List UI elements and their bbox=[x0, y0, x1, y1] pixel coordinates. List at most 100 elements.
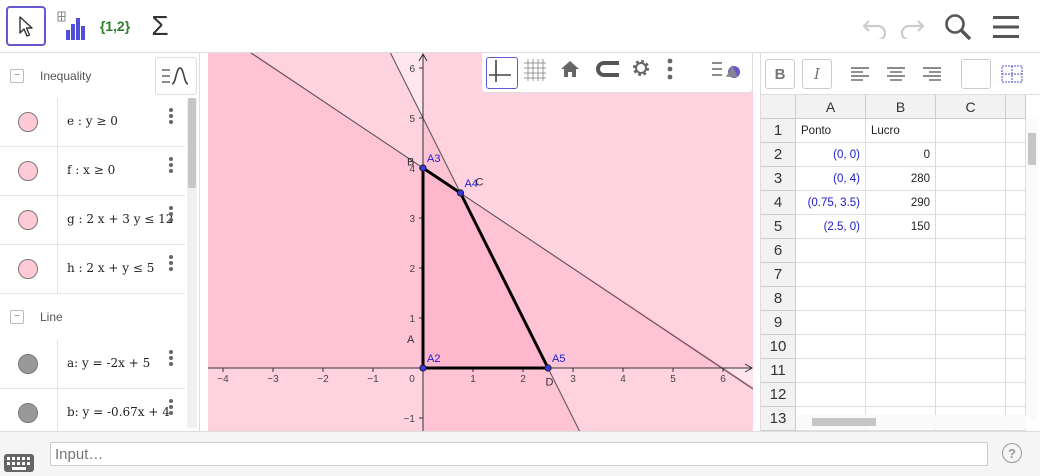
vertex-point-a4[interactable] bbox=[456, 189, 465, 197]
scrollbar-thumb[interactable] bbox=[812, 418, 876, 426]
cell-b9[interactable] bbox=[866, 311, 936, 335]
more-options-icon[interactable] bbox=[168, 399, 174, 417]
cell-c11[interactable] bbox=[936, 359, 1006, 383]
scrollbar-thumb[interactable] bbox=[188, 98, 196, 188]
cell-d11[interactable] bbox=[1006, 359, 1026, 383]
cell-b3[interactable]: 280 bbox=[866, 167, 936, 191]
cell-c4[interactable] bbox=[936, 191, 1006, 215]
graphics-settings-button[interactable] bbox=[630, 57, 662, 89]
cell-b5[interactable]: 150 bbox=[866, 215, 936, 239]
algebra-sort-button[interactable] bbox=[155, 57, 197, 95]
cell-d10[interactable] bbox=[1006, 335, 1026, 359]
cell-a3[interactable]: (0, 4) bbox=[796, 167, 866, 191]
cell-b7[interactable] bbox=[866, 263, 936, 287]
cell-a12[interactable] bbox=[796, 383, 866, 407]
spreadsheet-vertical-scrollbar[interactable] bbox=[1026, 119, 1038, 419]
align-center-button[interactable] bbox=[881, 59, 911, 89]
help-button[interactable]: ? bbox=[1002, 443, 1022, 463]
cell-d9[interactable] bbox=[1006, 311, 1026, 335]
cell-d6[interactable] bbox=[1006, 239, 1026, 263]
cell-d12[interactable] bbox=[1006, 383, 1026, 407]
undo-button[interactable] bbox=[858, 10, 892, 44]
bold-button[interactable]: B bbox=[765, 59, 795, 89]
cell-d2[interactable] bbox=[1006, 143, 1026, 167]
cell-c1[interactable] bbox=[936, 119, 1006, 143]
align-right-button[interactable] bbox=[917, 59, 947, 89]
algebra-definition[interactable]: g : 2 x + 3 y ≤ 12 bbox=[67, 212, 173, 226]
algebra-item-a[interactable]: a: y = -2x + 5 bbox=[0, 340, 185, 389]
cell-b12[interactable] bbox=[866, 383, 936, 407]
more-options-icon[interactable] bbox=[168, 350, 174, 368]
main-menu-button[interactable] bbox=[988, 10, 1024, 44]
spreadsheet-horizontal-scrollbar[interactable] bbox=[796, 415, 1026, 429]
algebra-item-b[interactable]: b: y = -0.67x + 4 bbox=[0, 389, 185, 431]
cell-b4[interactable]: 290 bbox=[866, 191, 936, 215]
collapse-toggle[interactable]: − bbox=[10, 310, 24, 324]
row-header-10[interactable]: 10 bbox=[761, 335, 796, 359]
algebra-item-f[interactable]: f : x ≥ 0 bbox=[0, 147, 185, 196]
cell-b10[interactable] bbox=[866, 335, 936, 359]
more-options-icon[interactable] bbox=[168, 157, 174, 175]
search-button[interactable] bbox=[941, 10, 975, 44]
algebra-definition[interactable]: h : 2 x + y ≤ 5 bbox=[67, 261, 154, 275]
row-header-12[interactable]: 12 bbox=[761, 383, 796, 407]
cell-a2[interactable]: (0, 0) bbox=[796, 143, 866, 167]
corner-cell[interactable] bbox=[761, 95, 796, 119]
visibility-toggle-marble[interactable] bbox=[18, 112, 38, 132]
cell-c12[interactable] bbox=[936, 383, 1006, 407]
row-header-13[interactable]: 13 bbox=[761, 407, 796, 431]
cell-c2[interactable] bbox=[936, 143, 1006, 167]
cell-b2[interactable]: 0 bbox=[866, 143, 936, 167]
algebra-item-h[interactable]: h : 2 x + y ≤ 5 bbox=[0, 245, 185, 294]
cell-b8[interactable] bbox=[866, 287, 936, 311]
background-color-button[interactable] bbox=[961, 59, 991, 89]
visibility-toggle-marble[interactable] bbox=[18, 259, 38, 279]
row-header-8[interactable]: 8 bbox=[761, 287, 796, 311]
algebra-item-e[interactable]: e : y ≥ 0 bbox=[0, 98, 185, 147]
cell-a10[interactable] bbox=[796, 335, 866, 359]
algebra-definition[interactable]: a: y = -2x + 5 bbox=[67, 356, 150, 370]
row-header-6[interactable]: 6 bbox=[761, 239, 796, 263]
graphics-view[interactable]: −4 −3 −2 −1 0 1 2 3 4 5 6 6 5 4 3 2 1 −1 A2 A3 A4 A5 A B C D bbox=[208, 53, 753, 431]
cell-c6[interactable] bbox=[936, 239, 1006, 263]
cell-a5[interactable]: (2.5, 0) bbox=[796, 215, 866, 239]
cell-b1[interactable]: Lucro bbox=[866, 119, 936, 143]
cell-c10[interactable] bbox=[936, 335, 1006, 359]
cell-c5[interactable] bbox=[936, 215, 1006, 239]
move-tool-button[interactable] bbox=[6, 6, 46, 46]
vertex-point-a3[interactable] bbox=[419, 164, 427, 172]
cell-c3[interactable] bbox=[936, 167, 1006, 191]
cell-d3[interactable] bbox=[1006, 167, 1026, 191]
more-options-icon[interactable] bbox=[168, 206, 174, 224]
cell-a6[interactable] bbox=[796, 239, 866, 263]
visibility-toggle-marble[interactable] bbox=[18, 403, 38, 423]
row-header-11[interactable]: 11 bbox=[761, 359, 796, 383]
more-options-icon[interactable] bbox=[168, 108, 174, 126]
row-header-7[interactable]: 7 bbox=[761, 263, 796, 287]
column-header-c[interactable]: C bbox=[936, 95, 1006, 119]
row-header-1[interactable]: 1 bbox=[761, 119, 796, 143]
more-options-icon[interactable] bbox=[168, 255, 174, 273]
italic-button[interactable]: I bbox=[802, 59, 832, 89]
histogram-tool-button[interactable] bbox=[52, 6, 92, 46]
group-header-line[interactable]: − Line bbox=[0, 294, 185, 340]
cell-a9[interactable] bbox=[796, 311, 866, 335]
cell-a8[interactable] bbox=[796, 287, 866, 311]
cell-d7[interactable] bbox=[1006, 263, 1026, 287]
cell-d5[interactable] bbox=[1006, 215, 1026, 239]
visibility-toggle-marble[interactable] bbox=[18, 161, 38, 181]
row-header-5[interactable]: 5 bbox=[761, 215, 796, 239]
cell-b6[interactable] bbox=[866, 239, 936, 263]
cell-a7[interactable] bbox=[796, 263, 866, 287]
cell-a4[interactable]: (0.75, 3.5) bbox=[796, 191, 866, 215]
keyboard-icon[interactable] bbox=[4, 454, 34, 472]
more-options-button[interactable] bbox=[666, 57, 698, 89]
align-left-button[interactable] bbox=[845, 59, 875, 89]
algebra-scrollbar[interactable] bbox=[187, 98, 197, 428]
algebra-item-g[interactable]: g : 2 x + 3 y ≤ 12 bbox=[0, 196, 185, 245]
vertex-point-a2[interactable] bbox=[419, 364, 427, 372]
border-style-button[interactable] bbox=[997, 59, 1027, 89]
column-header-d[interactable] bbox=[1006, 95, 1026, 119]
cell-b11[interactable] bbox=[866, 359, 936, 383]
cell-d8[interactable] bbox=[1006, 287, 1026, 311]
